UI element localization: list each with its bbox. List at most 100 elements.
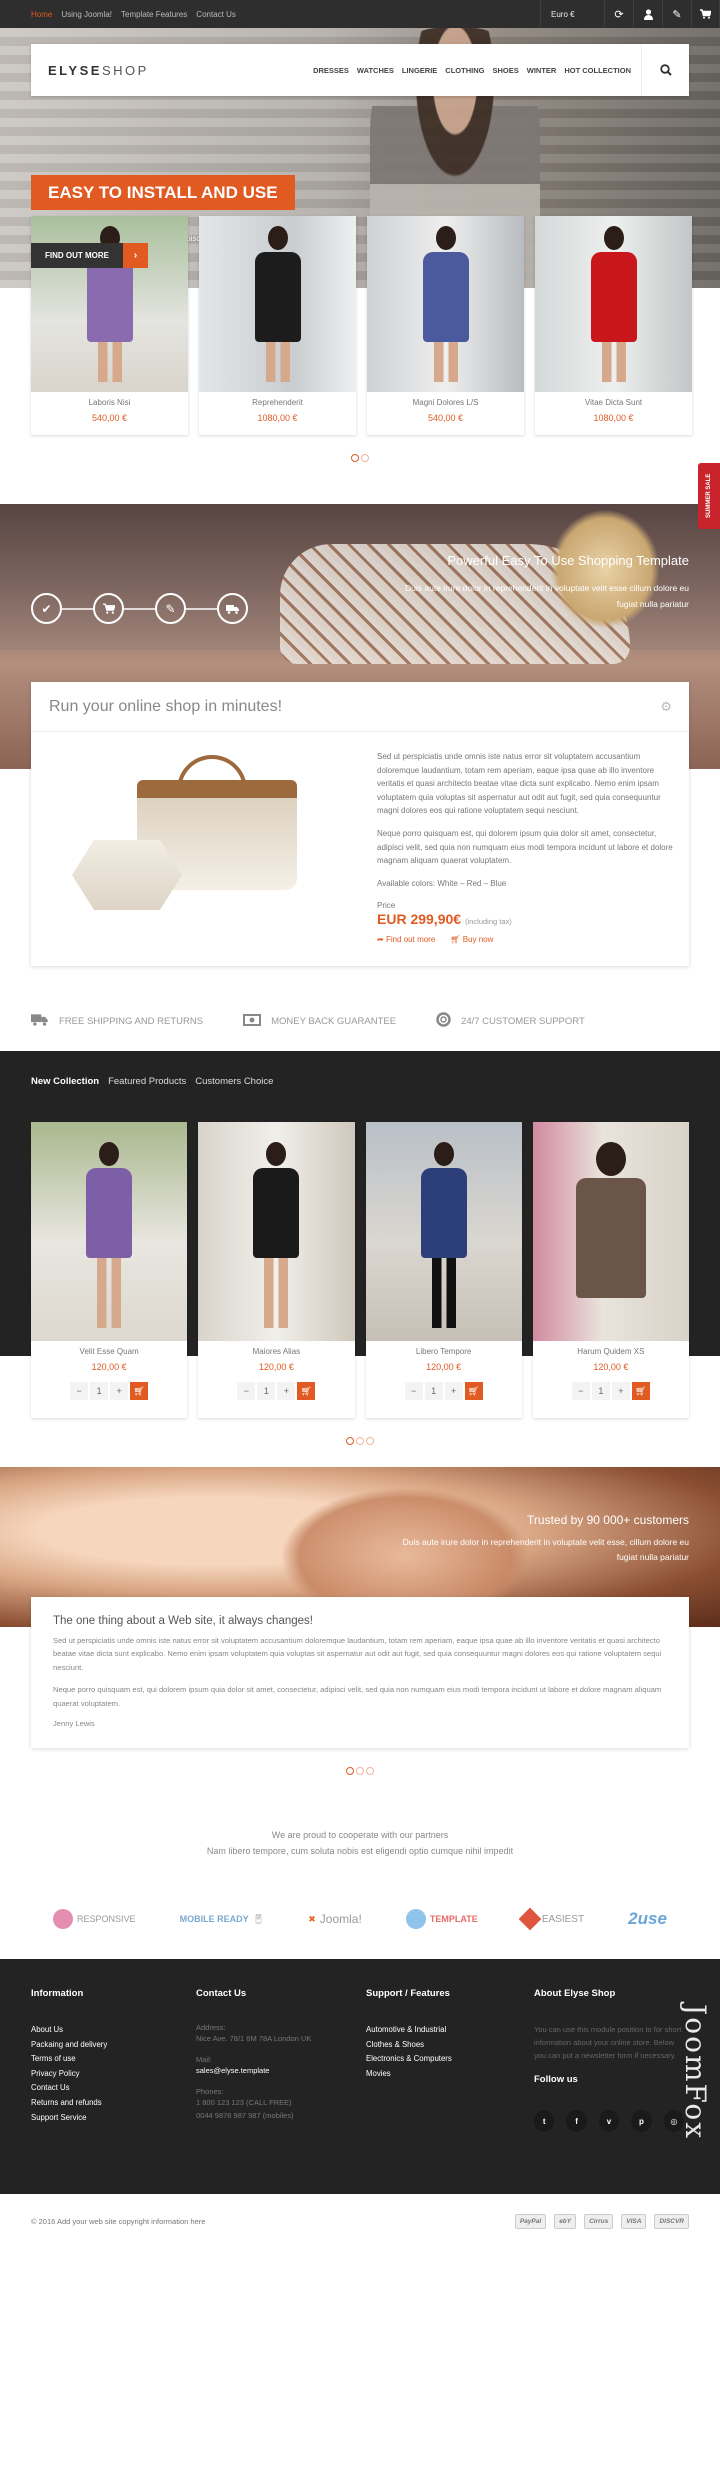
pagination-dot[interactable]: [361, 454, 369, 462]
product-name[interactable]: Vitae Dicta Sunt: [535, 398, 692, 407]
product-name[interactable]: Laboris Nisi: [31, 398, 188, 407]
menu-item-clothing[interactable]: CLOTHING: [445, 66, 484, 75]
cart-icon[interactable]: [691, 0, 720, 28]
decrease-button[interactable]: −: [237, 1382, 256, 1400]
product-card[interactable]: Harum Quidem XS 120,00 € − 1 + 🛒︎: [532, 1122, 689, 1418]
pagination-dot[interactable]: [346, 1767, 354, 1776]
pagination-dot[interactable]: [366, 1767, 374, 1776]
product-name[interactable]: Magni Dolores L/S: [367, 398, 524, 407]
menu-item-watches[interactable]: WATCHES: [357, 66, 394, 75]
refresh-icon[interactable]: ⟳: [604, 0, 633, 28]
product-image[interactable]: [198, 1122, 355, 1341]
add-to-cart-button[interactable]: 🛒︎: [631, 1382, 650, 1400]
facebook-icon[interactable]: f: [566, 2110, 587, 2133]
tab-featured-products[interactable]: Featured Products: [108, 1076, 186, 1087]
pencil-icon: ✎: [155, 593, 186, 624]
pencil-icon[interactable]: ✎: [662, 0, 691, 28]
quantity-input[interactable]: 1: [90, 1382, 109, 1400]
twitter-icon[interactable]: t: [534, 2110, 555, 2133]
product-image[interactable]: [532, 1122, 689, 1341]
product-name[interactable]: Libero Tempore: [366, 1347, 522, 1356]
product-name[interactable]: Reprehenderit: [199, 398, 356, 407]
footer-link[interactable]: Movies: [366, 2067, 534, 2082]
footer-link[interactable]: Support Service: [31, 2111, 196, 2126]
quantity-input[interactable]: 1: [591, 1382, 610, 1400]
pagination-dot[interactable]: [356, 1767, 364, 1776]
partner-logo-responsive[interactable]: RESPONSIVE: [53, 1909, 136, 1930]
footer-link[interactable]: Privacy Policy: [31, 2067, 196, 2082]
tab-customers-choice[interactable]: Customers Choice: [195, 1076, 273, 1087]
pagination-dot[interactable]: [356, 1437, 364, 1445]
product-card[interactable]: Magni Dolores L/S 540,00 €: [367, 216, 524, 435]
decrease-button[interactable]: −: [404, 1382, 423, 1400]
find-out-more-link[interactable]: ➦ Find out more: [377, 933, 435, 947]
add-to-cart-button[interactable]: 🛒︎: [464, 1382, 483, 1400]
product-card[interactable]: Maiores Alias 120,00 € − 1 + 🛒︎: [198, 1122, 355, 1418]
menu-item-hot-collection[interactable]: HOT COLLECTION: [564, 66, 631, 75]
product-image[interactable]: [365, 1122, 522, 1341]
menu-item-lingerie[interactable]: LINGERIE: [402, 66, 437, 75]
lifebuoy-icon: [436, 1012, 451, 1030]
tab-new-collection[interactable]: New Collection: [31, 1076, 99, 1087]
menu-item-winter[interactable]: WINTER: [527, 66, 557, 75]
product-card[interactable]: Reprehenderit 1080,00 €: [199, 216, 356, 435]
increase-button[interactable]: +: [611, 1382, 630, 1400]
product-name[interactable]: Maiores Alias: [198, 1347, 354, 1356]
increase-button[interactable]: +: [277, 1382, 296, 1400]
top-link-using-joomla[interactable]: Using Joomla!: [61, 10, 112, 19]
product-card[interactable]: Vitae Dicta Sunt 1080,00 €: [535, 216, 692, 435]
copyright: © 2016 Add your web site copyright infor…: [31, 2217, 206, 2227]
partner-logo-template[interactable]: TEMPLATE: [405, 1909, 478, 1930]
menu-item-dresses[interactable]: DRESSES: [313, 66, 349, 75]
buy-now-link[interactable]: 🛒︎ Buy now: [450, 933, 493, 947]
gear-icon[interactable]: ⚙: [660, 699, 672, 715]
partner-logo-easiest[interactable]: EASIEST: [518, 1907, 584, 1931]
product-name[interactable]: Harum Quidem XS: [533, 1347, 689, 1356]
pagination-dot[interactable]: [351, 454, 359, 462]
pagination-dot[interactable]: [346, 1437, 354, 1445]
search-icon[interactable]: [641, 44, 689, 96]
pagination-dot[interactable]: [366, 1437, 374, 1445]
footer-link[interactable]: Electronics & Computers: [366, 2052, 534, 2067]
partner-logo-joomla[interactable]: ✖ Joomla!: [308, 1912, 362, 1926]
description-paragraph: Neque porro quisquam est, qui dolorem ip…: [377, 828, 673, 866]
footer-link[interactable]: Returns and refunds: [31, 2096, 196, 2111]
increase-button[interactable]: +: [110, 1382, 129, 1400]
user-icon[interactable]: [633, 0, 662, 28]
decrease-button[interactable]: −: [571, 1382, 590, 1400]
quantity-input[interactable]: 1: [257, 1382, 276, 1400]
currency-selector[interactable]: Euro €: [540, 0, 604, 28]
product-image[interactable]: [367, 216, 524, 392]
product-image[interactable]: [31, 1122, 188, 1341]
footer-link[interactable]: Terms of use: [31, 2052, 196, 2067]
pinterest-icon[interactable]: p: [631, 2110, 652, 2133]
top-link-template-features[interactable]: Template Features: [121, 10, 187, 19]
top-link-home[interactable]: Home: [31, 10, 52, 19]
product-image[interactable]: [199, 216, 356, 392]
footer-link[interactable]: About Us: [31, 2023, 196, 2038]
top-link-contact-us[interactable]: Contact Us: [196, 10, 236, 19]
footer-link[interactable]: Clothes & Shoes: [366, 2038, 534, 2053]
menu-item-shoes[interactable]: SHOES: [492, 66, 518, 75]
vimeo-icon[interactable]: v: [598, 2110, 620, 2133]
increase-button[interactable]: +: [444, 1382, 463, 1400]
partners-section: We are proud to cooperate with our partn…: [0, 1775, 720, 1859]
site-logo[interactable]: ELYSESHOP: [48, 63, 149, 78]
decrease-button[interactable]: −: [70, 1382, 89, 1400]
follow-us-title: Follow us: [534, 2074, 578, 2086]
footer-link[interactable]: Contact Us: [31, 2081, 196, 2096]
quantity-input[interactable]: 1: [424, 1382, 443, 1400]
product-card[interactable]: Velit Esse Quam 120,00 € − 1 + 🛒︎: [31, 1122, 188, 1418]
product-name[interactable]: Velit Esse Quam: [31, 1347, 187, 1356]
footer-link[interactable]: Packaing and delivery: [31, 2038, 196, 2053]
product-card[interactable]: Libero Tempore 120,00 € − 1 + 🛒︎: [365, 1122, 522, 1418]
footer-link[interactable]: Automotive & Industrial: [366, 2023, 534, 2038]
add-to-cart-button[interactable]: 🛒︎: [297, 1382, 316, 1400]
find-out-more-button[interactable]: FIND OUT MORE ›: [31, 243, 148, 268]
product-image[interactable]: [535, 216, 692, 392]
partner-logo-mobile-ready[interactable]: MOBILE READY 📱︎: [180, 1914, 264, 1925]
summer-sale-tab[interactable]: SUMMER SALE: [698, 463, 720, 529]
partner-logo-2use[interactable]: 2use: [628, 1909, 667, 1929]
email-link[interactable]: sales@elyse.template: [196, 2064, 366, 2077]
add-to-cart-button[interactable]: 🛒︎: [130, 1382, 149, 1400]
